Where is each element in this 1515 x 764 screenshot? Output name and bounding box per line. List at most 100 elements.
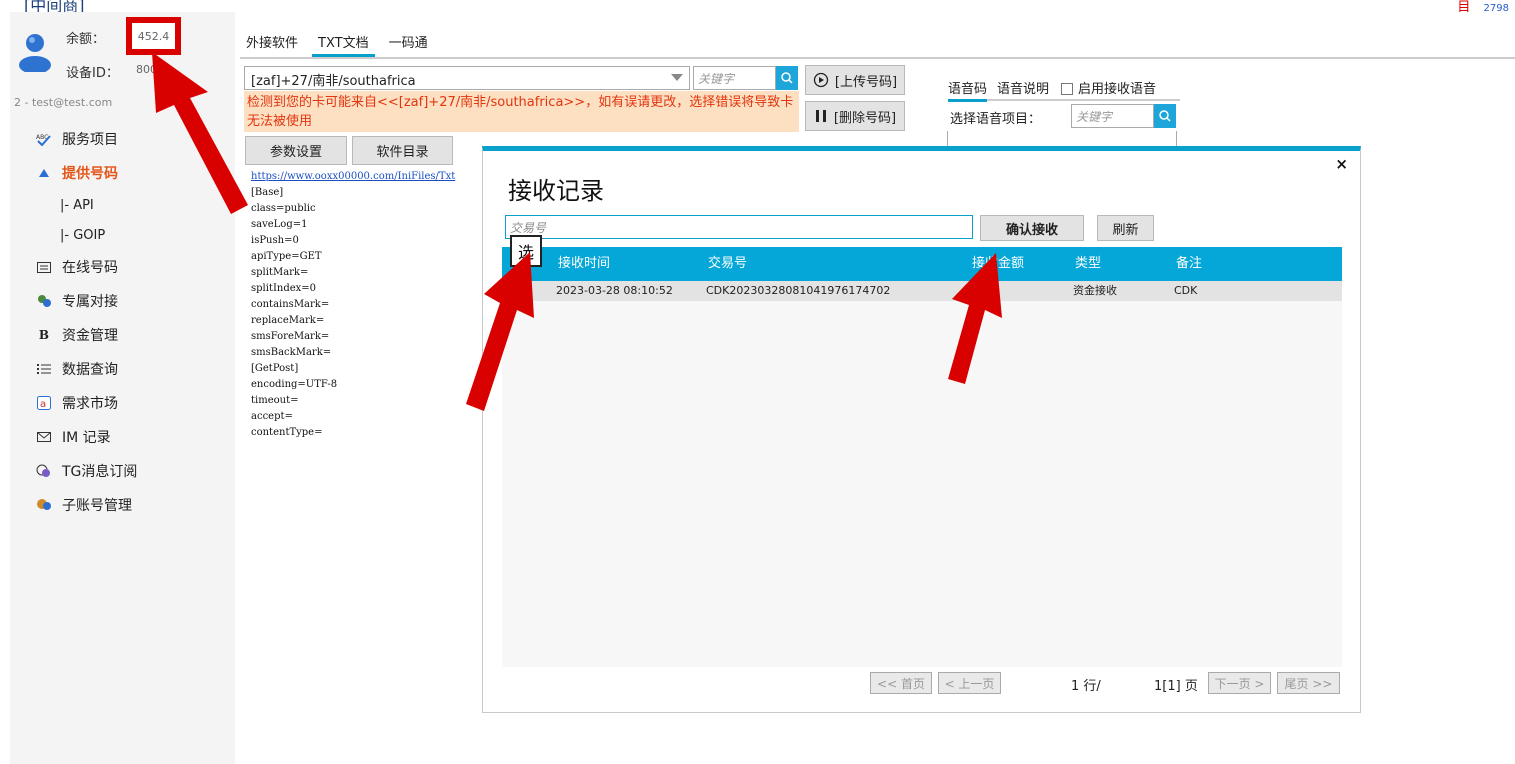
cell-note: CDK	[1174, 284, 1198, 297]
sidebar-item-sub-accounts[interactable]: 子账号管理	[10, 488, 235, 522]
column-header-type: 类型	[1075, 256, 1102, 271]
table-row[interactable]: 2023-03-28 08:10:52 CDK20230328081041976…	[502, 281, 1342, 301]
prev-page-button[interactable]: < 上一页	[938, 672, 1001, 694]
upload-numbers-label: [上传号码]	[834, 74, 898, 90]
search-icon	[781, 72, 793, 84]
country-select-value: [zaf]+27/南非/southafrica	[251, 74, 416, 89]
sidebar-item-query[interactable]: 数据查询	[10, 352, 235, 386]
close-icon[interactable]: ×	[1335, 155, 1348, 173]
sidebar-item-label: IM 记录	[62, 430, 111, 446]
bold-b-icon: B	[38, 328, 50, 342]
mail-icon	[36, 429, 52, 445]
title-strip: [中间商] 目 2798	[0, 0, 1515, 12]
tab-one-code[interactable]: 一码通	[383, 26, 434, 57]
balance-value-highlight: 452.4	[126, 17, 181, 55]
sidebar-item-label: 提供号码	[62, 166, 118, 182]
config-link[interactable]: https://www.ooxx00000.com/IniFiles/Txt	[251, 171, 455, 182]
search-icon	[1159, 110, 1171, 122]
config-line: timeout=	[251, 395, 299, 406]
software-directory-button[interactable]: 软件目录	[352, 136, 453, 165]
sidebar-item-services[interactable]: ABC 服务项目	[10, 122, 235, 156]
delete-numbers-button[interactable]: [删除号码]	[805, 101, 905, 131]
sidebar-item-label: |- GOIP	[60, 227, 106, 243]
receive-records-dialog: 接收记录 × 交易号 确认接收 刷新 选 接收时间 交易号 接收金额 类型 备注…	[482, 146, 1361, 713]
config-line: smsForeMark=	[251, 331, 330, 342]
svg-text:a: a	[40, 399, 46, 410]
tab-voice-code[interactable]: 语音码	[948, 78, 988, 102]
next-page-button[interactable]: 下一页 >	[1208, 672, 1271, 694]
column-header-note: 备注	[1176, 256, 1203, 271]
config-line: smsBackMark=	[251, 347, 332, 358]
cell-txid: CDK2023032808104197617470​2	[706, 284, 891, 297]
row-selector-checkbox[interactable]: 选	[510, 235, 542, 267]
config-line: contentType=	[251, 427, 323, 438]
sidebar-item-api[interactable]: |- API	[10, 190, 235, 220]
telegram-icon	[36, 463, 52, 479]
tab-voice-desc[interactable]: 语音说明	[997, 78, 1049, 97]
voice-tabs: 语音码 语音说明 启用接收语音	[948, 76, 1180, 102]
sidebar-item-label: 资金管理	[62, 328, 118, 344]
last-page-button[interactable]: 尾页 >>	[1277, 672, 1340, 694]
balance-label: 余额：	[66, 32, 106, 47]
config-line: splitIndex=0	[251, 283, 317, 294]
sidebar-item-online-numbers[interactable]: 在线号码	[10, 250, 235, 284]
device-id-label: 设备ID：	[66, 66, 119, 81]
app-window: [中间商] 目 2798 余额： 452.4 设备ID： 8005 2 - te…	[0, 0, 1515, 764]
play-circle-icon	[813, 72, 829, 88]
enable-voice-label: 启用接收语音	[1078, 82, 1157, 97]
voice-search-button[interactable]	[1154, 104, 1176, 128]
config-line: [GetPost]	[251, 363, 299, 374]
sidebar-item-market[interactable]: a 需求市场	[10, 386, 235, 420]
config-line: class=public	[251, 203, 316, 214]
config-line: accept=	[251, 411, 293, 422]
checkbox-icon	[1061, 83, 1074, 95]
country-warning: 检测到您的卡可能来自<<[zaf]+27/南非/southafrica>>，如有…	[244, 91, 799, 132]
dialog-title: 接收记录	[508, 177, 604, 205]
sidebar-item-label: TG消息订阅	[62, 464, 138, 480]
first-page-button[interactable]: << 首页	[870, 672, 932, 694]
top-right-icon: 目	[1457, 0, 1471, 12]
config-line: saveLog=1	[251, 219, 308, 230]
refresh-button[interactable]: 刷新	[1097, 215, 1154, 241]
device-id-value: 8005	[136, 63, 164, 76]
pause-icon	[815, 110, 826, 122]
sidebar-item-provide-numbers[interactable]: 提供号码	[10, 156, 235, 190]
tab-txt-document[interactable]: TXT文档	[312, 26, 375, 57]
card-icon	[36, 259, 52, 275]
main-tabs: 外接软件 TXT文档 一码通	[240, 26, 1515, 59]
sidebar-item-label: 需求市场	[62, 396, 118, 412]
config-line: apiType=GET	[251, 251, 322, 262]
upload-numbers-button[interactable]: [上传号码]	[805, 65, 905, 95]
config-line: encoding=UTF-8	[251, 379, 338, 390]
sidebar-item-label: 服务项目	[62, 132, 118, 148]
country-select[interactable]: [zaf]+27/南非/southafrica	[244, 66, 690, 90]
voice-keyword-placeholder: 关键字	[1076, 110, 1113, 124]
sidebar-item-im-records[interactable]: IM 记录	[10, 420, 235, 454]
params-settings-button[interactable]: 参数设置	[245, 136, 347, 165]
transaction-id-input[interactable]: 交易号	[505, 215, 973, 239]
keyword-search-button[interactable]	[776, 66, 798, 90]
sidebar-item-goip[interactable]: |- GOIP	[10, 220, 235, 250]
tab-external-software[interactable]: 外接软件	[240, 26, 304, 57]
sidebar-item-dedicated[interactable]: 专属对接	[10, 284, 235, 318]
triangle-up-icon	[36, 165, 52, 181]
users-icon	[36, 497, 52, 513]
chevron-down-icon	[671, 74, 683, 81]
config-line: containsMark=	[251, 299, 330, 310]
sidebar-item-label: 数据查询	[62, 362, 118, 378]
config-line: replaceMark=	[251, 315, 325, 326]
enable-voice-checkbox[interactable]: 启用接收语音	[1059, 78, 1156, 97]
sidebar: 余额： 452.4 设备ID： 8005 2 - test@test.com A…	[10, 12, 235, 764]
page-info: 1[1] 页	[1154, 679, 1198, 694]
sidebar-item-label: 专属对接	[62, 294, 118, 310]
column-header-time: 接收时间	[558, 256, 611, 271]
avatar	[19, 34, 51, 72]
voice-keyword-input[interactable]: 关键字	[1071, 104, 1154, 128]
cell-time: 2023-03-28 08:10:52	[556, 284, 673, 297]
sidebar-item-tg-subscribe[interactable]: TG消息订阅	[10, 454, 235, 488]
confirm-receive-button[interactable]: 确认接收	[980, 215, 1084, 241]
sidebar-item-funds[interactable]: B 资金管理	[10, 318, 235, 352]
column-header-amount: 接收金额	[972, 256, 1025, 271]
keyword-input[interactable]: 关键字	[693, 66, 776, 90]
rows-info: 1 行/	[1071, 679, 1101, 694]
